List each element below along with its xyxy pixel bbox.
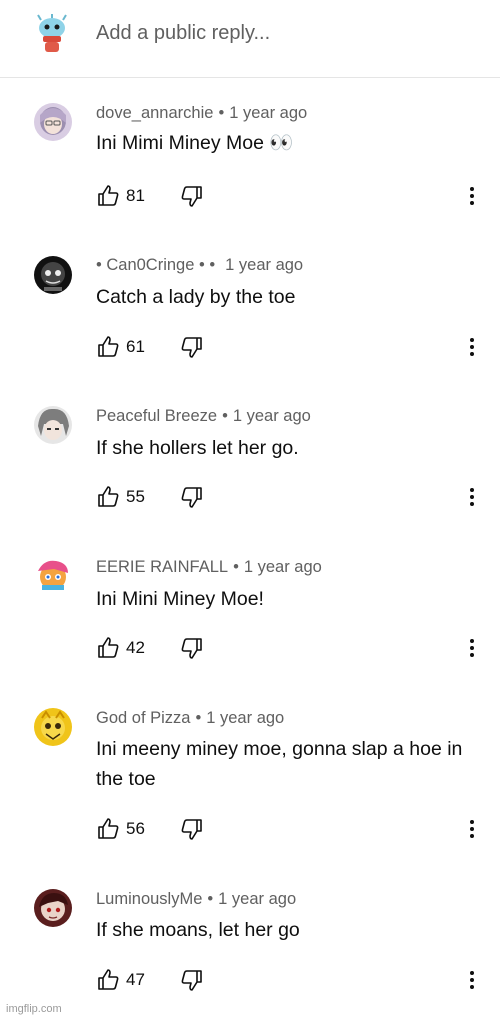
comment-meta: dove_annarchie • 1 year ago bbox=[96, 104, 307, 123]
dislike-button[interactable] bbox=[180, 634, 208, 662]
comment-text: If she moans, let her go bbox=[96, 919, 300, 941]
comment-meta: Peaceful Breeze • 1 year ago bbox=[96, 407, 311, 426]
avatar[interactable] bbox=[34, 557, 72, 595]
thumbs-up-icon bbox=[98, 185, 119, 206]
meta-separator: • bbox=[207, 890, 214, 908]
like-button[interactable]: 55 bbox=[96, 483, 166, 511]
avatar[interactable] bbox=[34, 103, 72, 141]
comment-meta: LuminouslyMe • 1 year ago bbox=[96, 890, 296, 909]
vertical-dots-icon bbox=[470, 639, 474, 657]
thumbs-down-icon bbox=[181, 186, 202, 207]
comment-text: Ini Mimi Miney Moe 👀 bbox=[96, 132, 294, 154]
like-count: 56 bbox=[126, 819, 145, 838]
thumbs-down-icon bbox=[181, 638, 202, 659]
avatar[interactable] bbox=[34, 256, 72, 294]
meta-separator: • bbox=[222, 407, 228, 425]
thumbs-down-icon bbox=[181, 487, 202, 508]
timestamp[interactable]: 1 year ago bbox=[206, 709, 284, 727]
thumbs-up-icon bbox=[98, 969, 119, 990]
like-count: 47 bbox=[126, 970, 145, 989]
comment-text: Catch a lady by the toe bbox=[96, 286, 296, 308]
more-options-button[interactable] bbox=[462, 182, 482, 210]
timestamp[interactable]: 1 year ago bbox=[233, 407, 311, 425]
author-name[interactable]: dove_annarchie bbox=[96, 104, 213, 122]
thumbs-up-icon bbox=[98, 818, 119, 839]
author-name[interactable]: God of Pizza bbox=[96, 709, 190, 727]
vertical-dots-icon bbox=[470, 820, 474, 838]
more-options-button[interactable] bbox=[462, 483, 482, 511]
more-options-button[interactable] bbox=[462, 333, 482, 361]
comment-meta: • Can0Cringe • • 1 year ago bbox=[96, 256, 303, 275]
thumbs-down-icon bbox=[181, 970, 202, 991]
dislike-button[interactable] bbox=[180, 182, 208, 210]
like-count: 81 bbox=[126, 186, 145, 205]
thumbs-down-icon bbox=[181, 337, 202, 358]
thumbs-up-icon bbox=[98, 486, 119, 507]
comment-meta: God of Pizza • 1 year ago bbox=[96, 709, 284, 728]
timestamp[interactable]: 1 year ago bbox=[225, 256, 303, 274]
avatar[interactable] bbox=[34, 889, 72, 927]
like-count: 55 bbox=[126, 487, 145, 506]
author-name[interactable]: • Can0Cringe • • bbox=[96, 256, 215, 274]
vertical-dots-icon bbox=[470, 187, 474, 205]
vertical-dots-icon bbox=[470, 488, 474, 506]
author-name[interactable]: Peaceful Breeze bbox=[96, 407, 217, 425]
like-count: 42 bbox=[126, 638, 145, 657]
thumbs-up-icon bbox=[98, 336, 119, 357]
meta-separator: • bbox=[218, 104, 225, 122]
avatar[interactable] bbox=[34, 406, 72, 444]
reply-input[interactable]: Add a public reply... bbox=[96, 22, 270, 45]
timestamp[interactable]: 1 year ago bbox=[244, 558, 322, 576]
timestamp[interactable]: 1 year ago bbox=[218, 890, 296, 908]
like-button[interactable]: 42 bbox=[96, 634, 166, 662]
more-options-button[interactable] bbox=[462, 634, 482, 662]
dislike-button[interactable] bbox=[180, 966, 208, 994]
comment-text: Ini Mini Miney Moe! bbox=[96, 588, 264, 610]
meta-separator: • bbox=[233, 558, 239, 576]
like-button[interactable]: 61 bbox=[96, 333, 166, 361]
meta-separator: • bbox=[195, 709, 202, 727]
comment-meta: EERIE RAINFALL • 1 year ago bbox=[96, 558, 322, 577]
watermark: imgflip.com bbox=[6, 1003, 62, 1015]
timestamp[interactable]: 1 year ago bbox=[229, 104, 307, 122]
thumbs-down-icon bbox=[181, 819, 202, 840]
dislike-button[interactable] bbox=[180, 333, 208, 361]
like-button[interactable]: 56 bbox=[96, 815, 166, 843]
like-count: 61 bbox=[126, 337, 145, 356]
more-options-button[interactable] bbox=[462, 815, 482, 843]
dislike-button[interactable] bbox=[180, 815, 208, 843]
vertical-dots-icon bbox=[470, 338, 474, 356]
comment-text: Ini meeny miney moe, gonna slap a hoe in… bbox=[96, 738, 463, 790]
author-name[interactable]: EERIE RAINFALL bbox=[96, 558, 228, 576]
author-name[interactable]: LuminouslyMe bbox=[96, 890, 202, 908]
vertical-dots-icon bbox=[470, 971, 474, 989]
reply-bar: Add a public reply... bbox=[0, 0, 500, 78]
like-button[interactable]: 81 bbox=[96, 182, 166, 210]
avatar[interactable] bbox=[34, 708, 72, 746]
more-options-button[interactable] bbox=[462, 966, 482, 994]
comment-text: If she hollers let her go. bbox=[96, 437, 299, 459]
thumbs-up-icon bbox=[98, 637, 119, 658]
user-avatar bbox=[34, 14, 70, 54]
like-button[interactable]: 47 bbox=[96, 966, 166, 994]
dislike-button[interactable] bbox=[180, 483, 208, 511]
